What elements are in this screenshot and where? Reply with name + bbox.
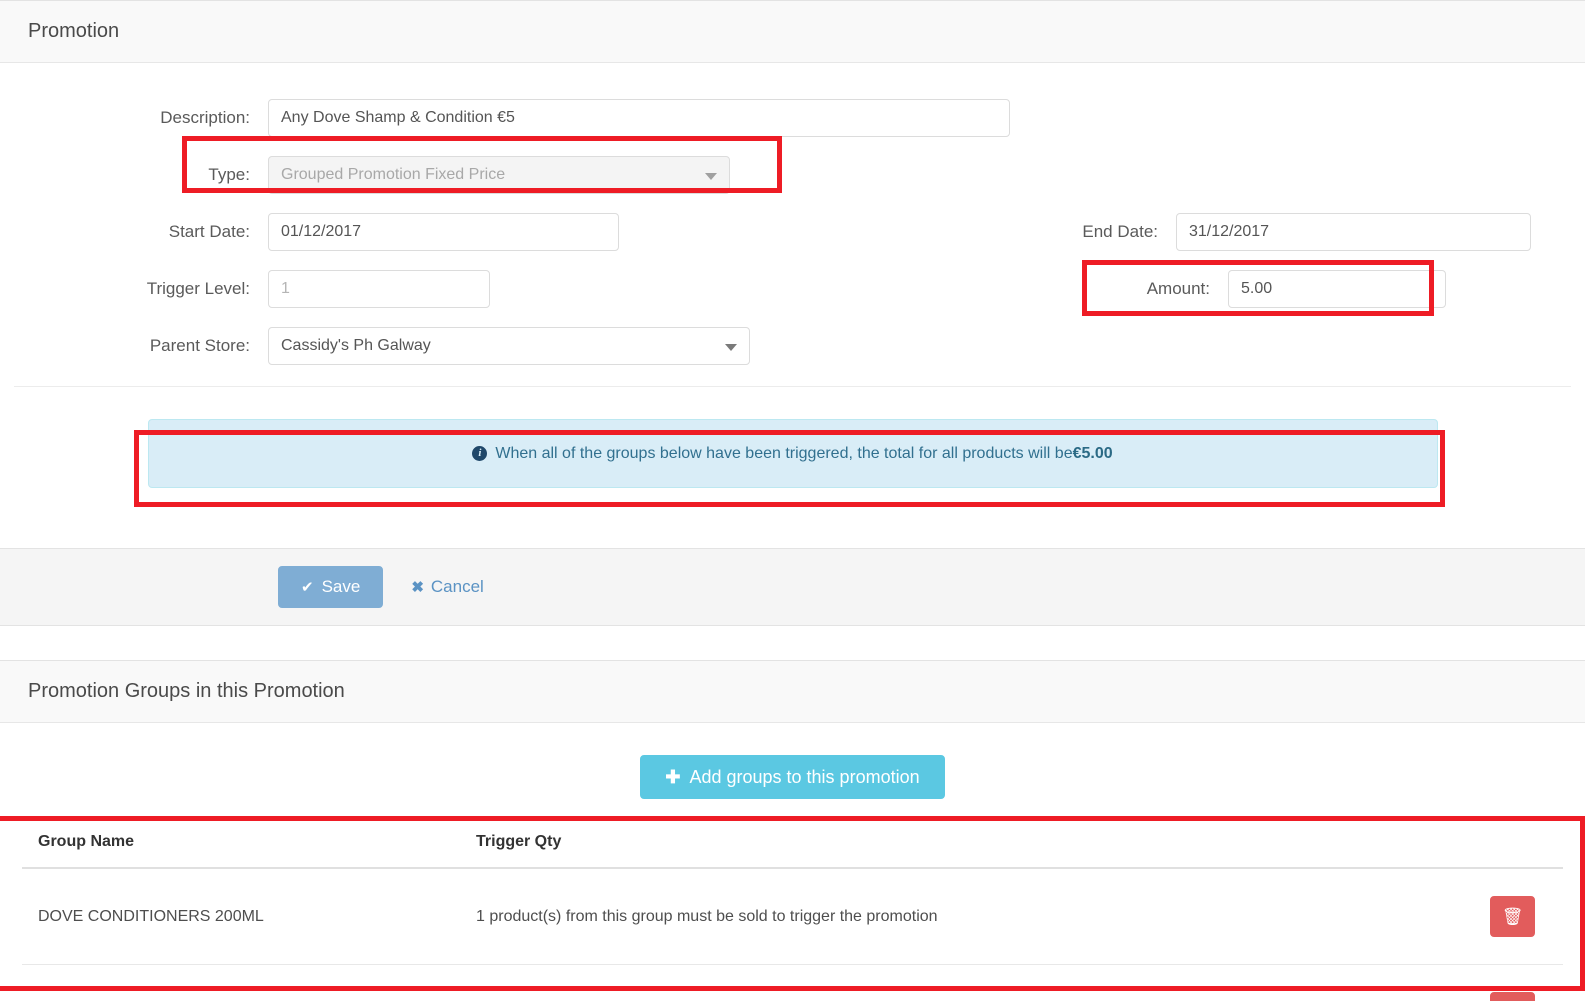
column-header-actions bbox=[1435, 833, 1563, 869]
groups-panel-header: Promotion Groups in this Promotion bbox=[0, 661, 1585, 723]
trigger-level-label: Trigger Level: bbox=[146, 278, 250, 298]
end-date-control bbox=[1176, 212, 1531, 251]
table-row: DOVE CONDITIONERS 200ML 1 product(s) fro… bbox=[22, 868, 1563, 965]
promotion-form: Description: Type: Grouped Promotion Fix… bbox=[0, 63, 1585, 548]
info-circle-icon: i bbox=[472, 446, 488, 461]
cell-group-name: DOVE SHAMPOOS 250ML bbox=[22, 964, 460, 1001]
cell-trigger-qty: 1 product(s) from this group must be sol… bbox=[460, 964, 1435, 1001]
promotion-groups-panel: Promotion Groups in this Promotion ✚ Add… bbox=[0, 660, 1585, 1001]
groups-panel-body: ✚ Add groups to this promotion Group Nam… bbox=[0, 723, 1585, 1001]
cell-group-name: DOVE CONDITIONERS 200ML bbox=[22, 868, 460, 965]
parent-store-select[interactable]: Cassidy's Ph Galway bbox=[268, 326, 750, 365]
cell-actions: 🗑 bbox=[1435, 868, 1563, 965]
times-icon: ✖ bbox=[411, 579, 424, 596]
groups-panel-title: Promotion Groups in this Promotion bbox=[28, 680, 345, 702]
plus-icon: ✚ bbox=[665, 766, 681, 787]
column-header-trigger-qty: Trigger Qty bbox=[460, 833, 1435, 869]
chevron-down-icon bbox=[725, 343, 737, 351]
cancel-button-label: Cancel bbox=[430, 577, 484, 596]
start-date-label: Start Date: bbox=[168, 221, 250, 241]
amount-input[interactable] bbox=[1228, 269, 1446, 308]
promotion-panel-header: Promotion bbox=[0, 1, 1585, 63]
save-button-label: Save bbox=[321, 577, 361, 596]
start-date-input[interactable] bbox=[268, 212, 619, 251]
form-row-trigger-amount: Trigger Level: Amount: bbox=[0, 260, 1585, 317]
add-groups-button-wrapper: ✚ Add groups to this promotion bbox=[0, 755, 1585, 799]
delete-group-button[interactable]: 🗑 bbox=[1490, 992, 1535, 1001]
trigger-level-control bbox=[268, 269, 490, 308]
cell-trigger-qty: 1 product(s) from this group must be sol… bbox=[460, 868, 1435, 965]
add-groups-button[interactable]: ✚ Add groups to this promotion bbox=[640, 755, 945, 799]
page-title: Promotion bbox=[28, 20, 120, 42]
panel-gap bbox=[0, 626, 1585, 660]
description-control bbox=[268, 98, 1010, 137]
type-control: Grouped Promotion Fixed Price bbox=[268, 155, 730, 194]
column-header-group-name: Group Name bbox=[22, 833, 460, 869]
description-label: Description: bbox=[160, 107, 250, 127]
parent-store-control: Cassidy's Ph Galway bbox=[268, 326, 750, 365]
description-input[interactable] bbox=[268, 98, 1010, 137]
save-button[interactable]: ✔ Save bbox=[278, 566, 384, 608]
form-row-parent-store: Parent Store: Cassidy's Ph Galway bbox=[0, 317, 1585, 374]
start-date-control bbox=[268, 212, 619, 251]
amount-control bbox=[1228, 269, 1446, 308]
trash-icon: 🗑 bbox=[1501, 906, 1524, 926]
promotion-edit-page: Promotion Description: Type: Grouped Pro… bbox=[0, 0, 1585, 1001]
alert-text: When all of the groups below have been t… bbox=[495, 444, 1073, 462]
table-body: DOVE CONDITIONERS 200ML 1 product(s) fro… bbox=[22, 868, 1563, 1001]
amount-label: Amount: bbox=[1146, 278, 1210, 298]
promotion-form-footer: ✔ Save ✖ Cancel bbox=[0, 548, 1585, 625]
cell-actions: 🗑 bbox=[1435, 964, 1563, 1001]
table-head: Group Name Trigger Qty bbox=[22, 833, 1563, 869]
end-date-input[interactable] bbox=[1176, 212, 1531, 251]
type-label: Type: bbox=[208, 164, 250, 184]
alert-wrapper: i When all of the groups below have been… bbox=[0, 387, 1585, 530]
form-row-description: Description: bbox=[0, 89, 1585, 146]
add-groups-button-label: Add groups to this promotion bbox=[689, 766, 920, 787]
form-row-type: Type: Grouped Promotion Fixed Price bbox=[0, 146, 1585, 203]
table-header-row: Group Name Trigger Qty bbox=[22, 833, 1563, 869]
promotion-groups-table: Group Name Trigger Qty DOVE CONDITIONERS… bbox=[22, 833, 1563, 1001]
delete-group-button[interactable]: 🗑 bbox=[1490, 896, 1535, 937]
parent-store-label: Parent Store: bbox=[149, 335, 250, 355]
form-row-dates: Start Date: End Date: bbox=[0, 203, 1585, 260]
promotion-panel: Promotion Description: Type: Grouped Pro… bbox=[0, 0, 1585, 626]
alert-amount: €5.00 bbox=[1072, 444, 1113, 462]
table-row: DOVE SHAMPOOS 250ML 1 product(s) from th… bbox=[22, 964, 1563, 1001]
trigger-level-input[interactable] bbox=[268, 269, 490, 308]
type-select[interactable]: Grouped Promotion Fixed Price bbox=[268, 155, 730, 194]
end-date-label: End Date: bbox=[1082, 221, 1158, 241]
check-icon: ✔ bbox=[301, 579, 314, 596]
chevron-down-icon bbox=[705, 172, 717, 180]
promotion-total-alert: i When all of the groups below have been… bbox=[147, 419, 1438, 488]
cancel-button[interactable]: ✖ Cancel bbox=[405, 576, 490, 598]
